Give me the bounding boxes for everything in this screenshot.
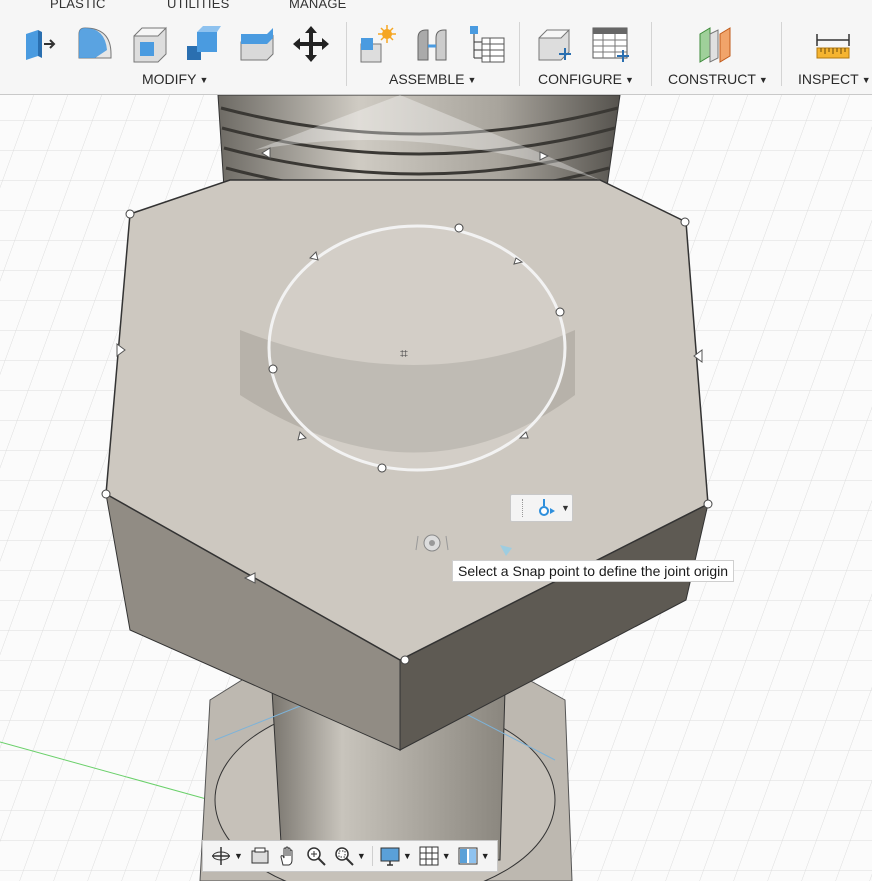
pan-icon[interactable] (274, 842, 302, 870)
group-divider (519, 22, 520, 86)
tab-utilities[interactable]: UTILITIES (167, 0, 229, 11)
configure-group-label[interactable]: CONFIGURE ▼ (538, 71, 634, 87)
model-viewport[interactable]: ⌗ ▼ Select a Snap point to define the jo… (0, 95, 872, 881)
svg-text:⌗: ⌗ (400, 346, 408, 362)
combine-icon[interactable] (183, 22, 223, 66)
orbit-icon[interactable]: ▼ (207, 842, 246, 870)
group-divider (651, 22, 652, 86)
zoom-window-icon[interactable]: ▼ (330, 842, 369, 870)
configure-component-icon[interactable] (535, 22, 575, 66)
model-canvas[interactable]: ⌗ (0, 95, 872, 881)
modify-group-label[interactable]: MODIFY ▼ (142, 71, 208, 87)
measure-icon[interactable] (813, 22, 853, 66)
tab-manage[interactable]: MANAGE (289, 0, 347, 11)
navigation-bar: ▼ ▼ ▼ ▼ ▼ (202, 840, 498, 872)
zoom-icon[interactable] (302, 842, 330, 870)
configuration-table-icon[interactable] (591, 22, 631, 66)
viewports-icon[interactable]: ▼ (454, 842, 493, 870)
joint-icon[interactable] (412, 22, 452, 66)
joint-origin-snap-icon[interactable] (539, 498, 557, 518)
display-settings-icon[interactable]: ▼ (376, 842, 415, 870)
shell-icon[interactable] (130, 22, 170, 66)
assemble-group-label[interactable]: ASSEMBLE ▼ (389, 71, 476, 87)
bill-of-materials-icon[interactable] (466, 22, 506, 66)
grid-icon[interactable]: ▼ (415, 842, 454, 870)
tab-plastic[interactable]: PLASTIC (50, 0, 106, 11)
construct-group-label[interactable]: CONSTRUCT ▼ (668, 71, 768, 87)
ribbon-toolbar: PLASTIC UTILITIES MANAGE MODIFY ▼ ASSEMBL… (0, 0, 872, 95)
new-component-icon[interactable] (357, 22, 397, 66)
group-divider (346, 22, 347, 86)
joint-mini-toolbar: ▼ (510, 494, 573, 522)
snap-tooltip: Select a Snap point to define the joint … (452, 560, 735, 582)
press-pull-icon[interactable] (20, 22, 60, 66)
move-icon[interactable] (291, 22, 331, 66)
inspect-group-label[interactable]: INSPECT ▼ (798, 71, 871, 87)
look-at-icon[interactable] (246, 842, 274, 870)
group-divider (781, 22, 782, 86)
offset-face-icon[interactable] (237, 22, 277, 66)
fillet-icon[interactable] (75, 22, 115, 66)
midplane-icon[interactable] (696, 22, 736, 66)
chevron-down-icon[interactable]: ▼ (561, 503, 570, 513)
nav-divider (371, 846, 373, 866)
drag-grip[interactable] (514, 499, 523, 517)
